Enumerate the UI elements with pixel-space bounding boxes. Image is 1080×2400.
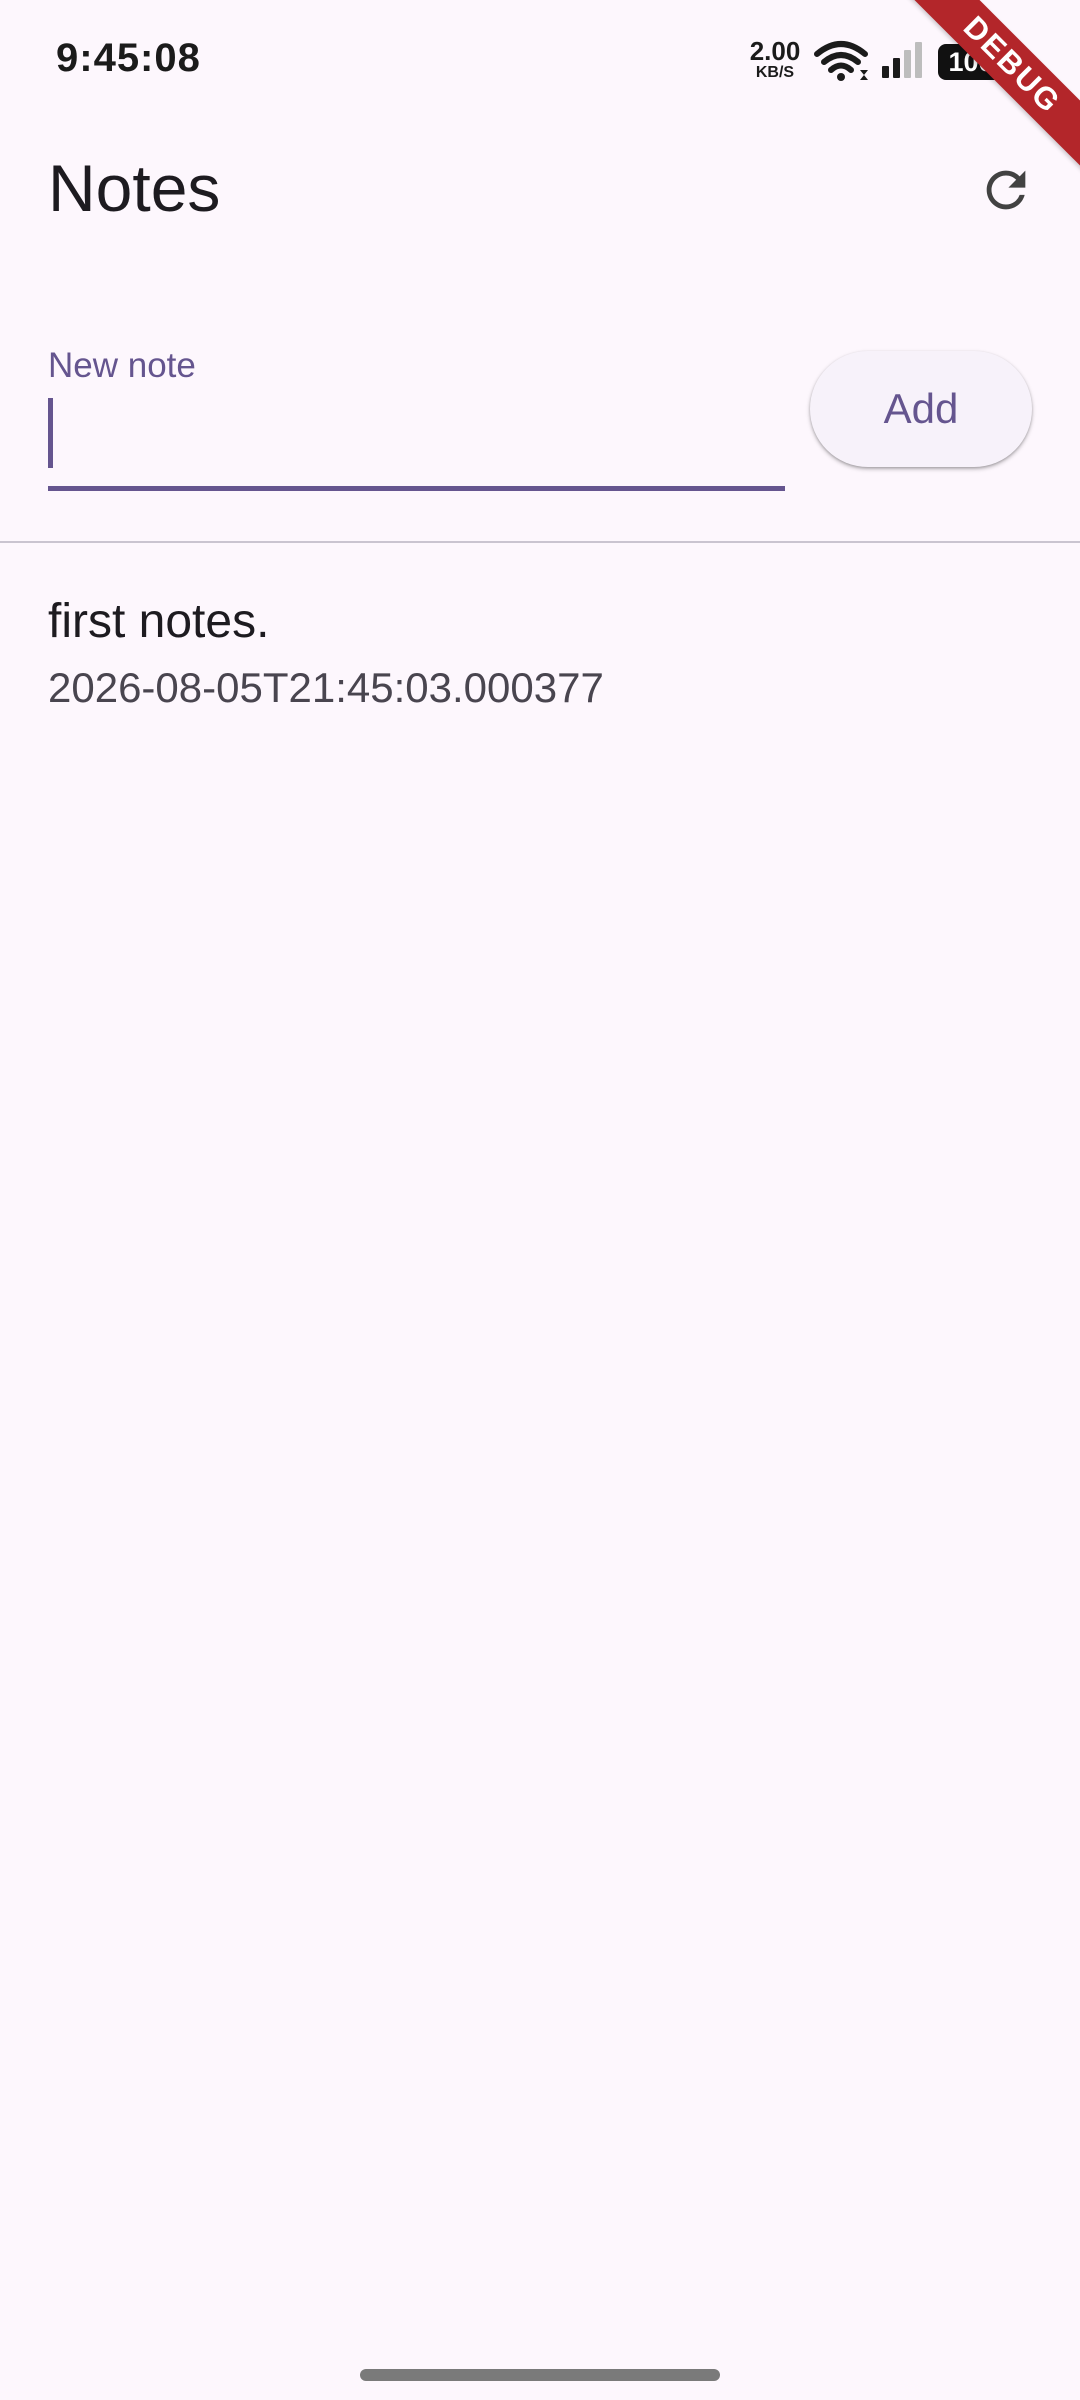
status-bar: 9:45:08 2.00 KB/S 100 bbox=[0, 0, 1080, 120]
new-note-input[interactable] bbox=[48, 390, 785, 480]
wifi-icon bbox=[814, 40, 868, 89]
refresh-button[interactable] bbox=[958, 144, 1054, 240]
list-item[interactable]: first notes. 2026-08-05T21:45:03.000377 bbox=[0, 560, 1080, 730]
network-speed-unit: KB/S bbox=[755, 64, 795, 81]
add-button[interactable]: Add bbox=[810, 351, 1032, 467]
network-speed: 2.00 KB/S bbox=[745, 38, 805, 81]
text-cursor bbox=[48, 398, 53, 468]
new-note-field[interactable]: New note bbox=[48, 340, 785, 493]
new-note-row: New note Add bbox=[48, 340, 1032, 500]
app-bar: Notes bbox=[0, 120, 1080, 268]
status-time: 9:45:08 bbox=[56, 36, 201, 80]
note-timestamp: 2026-08-05T21:45:03.000377 bbox=[48, 664, 604, 711]
home-indicator[interactable] bbox=[360, 2369, 720, 2381]
note-title: first notes. bbox=[48, 595, 270, 648]
new-note-label: New note bbox=[48, 346, 196, 385]
refresh-icon bbox=[977, 161, 1035, 224]
page-title: Notes bbox=[48, 151, 221, 225]
input-underline bbox=[48, 486, 785, 491]
note-list: first notes. 2026-08-05T21:45:03.000377 bbox=[0, 560, 1080, 730]
cellular-signal-icon bbox=[880, 40, 924, 85]
network-speed-value: 2.00 bbox=[749, 36, 801, 66]
divider bbox=[0, 541, 1080, 543]
